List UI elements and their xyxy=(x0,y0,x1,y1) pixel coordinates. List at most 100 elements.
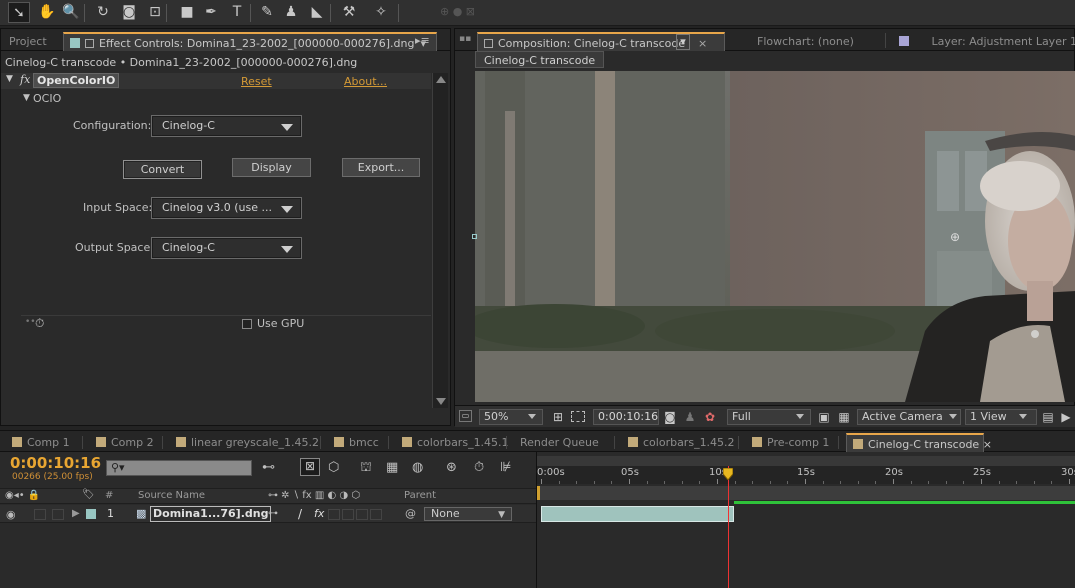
output-space-dropdown[interactable]: Cinelog-C xyxy=(151,237,302,259)
switch-box[interactable] xyxy=(328,509,340,520)
expand-layer-icon[interactable]: ▶ xyxy=(72,508,80,519)
resolution-dropdown[interactable]: Full xyxy=(727,409,811,425)
comp-name-tab[interactable]: Cinelog-C transcode xyxy=(475,51,605,68)
motion-blur-icon[interactable]: ◍ xyxy=(412,460,423,475)
safe-zones-icon[interactable]: ⊞ xyxy=(551,410,565,424)
current-time[interactable]: 0:00:10:16 xyxy=(10,454,101,472)
timeline-tab[interactable]: linear greyscale_1.45.2 xyxy=(170,433,325,452)
shy-switch-icon[interactable]: ⊶ xyxy=(268,508,278,519)
search-input[interactable]: ⚲▾ xyxy=(106,460,252,476)
scroll-down-icon[interactable] xyxy=(436,398,446,405)
always-preview-icon[interactable]: ▭ xyxy=(459,410,472,422)
timeline-tab[interactable]: colorbars_1.45.2 xyxy=(622,433,741,452)
parent-dropdown[interactable]: None ▼ xyxy=(424,507,512,521)
switch-box[interactable] xyxy=(356,509,368,520)
lock-panel-icon[interactable] xyxy=(85,39,94,48)
lock-switch[interactable] xyxy=(52,509,64,520)
brush-icon[interactable]: ✎ xyxy=(256,2,278,23)
layer-label-color[interactable] xyxy=(86,509,96,519)
axis-mode-icon[interactable]: ⊕ ● ⊠ xyxy=(440,5,475,18)
roto-brush-icon[interactable]: ⚒ xyxy=(338,2,360,23)
puppet-pin-icon[interactable]: ✧ xyxy=(370,2,392,23)
clone-stamp-icon[interactable]: ♟ xyxy=(280,2,302,23)
display-button[interactable]: Display xyxy=(232,158,311,177)
switch-box[interactable] xyxy=(370,509,382,520)
time-graph[interactable]: 0:00s05s10s15s20s25s30s xyxy=(536,452,1075,588)
layer-handle[interactable] xyxy=(472,234,477,239)
expand-triangle-icon[interactable]: ▼ xyxy=(6,74,13,84)
view-layout-dropdown[interactable]: 1 View xyxy=(965,409,1037,425)
timeline-tab[interactable]: Render Queue xyxy=(514,433,605,452)
timeline-tab[interactable]: Comp 2 xyxy=(90,433,160,452)
rotate-icon[interactable]: ↻ xyxy=(92,2,114,23)
configuration-dropdown[interactable]: Cinelog-C xyxy=(151,115,302,137)
tab-flowchart[interactable]: Flowchart: (none) xyxy=(751,32,860,51)
panel-menu-icon[interactable]: ▸≡ xyxy=(415,34,430,47)
fast-previews-icon[interactable]: ▶ xyxy=(1059,410,1073,424)
auto-keyframe-icon[interactable]: ⏱ xyxy=(474,460,484,475)
chevron-down-icon[interactable]: ▾ xyxy=(676,34,690,50)
eye-icon[interactable]: ◉ xyxy=(6,508,16,521)
camera-orbit-icon[interactable]: ◙ xyxy=(118,2,140,23)
brainstorm-icon[interactable]: ⊛ xyxy=(446,460,457,475)
hide-shy-layers-icon[interactable]: ⛫ xyxy=(360,460,372,477)
work-area-start[interactable] xyxy=(537,486,540,500)
toggle-pixel-aspect-icon[interactable]: ▤ xyxy=(1041,410,1055,424)
tab-layer[interactable]: Layer: Adjustment Layer 1 xyxy=(893,32,1075,51)
convert-button[interactable]: Convert xyxy=(123,160,202,179)
pick-whip-icon[interactable]: @ xyxy=(405,507,416,520)
snapshot-icon[interactable]: ◙ xyxy=(663,410,677,424)
selection-arrow-icon[interactable]: ➘ xyxy=(8,2,30,23)
timeline-tab[interactable]: Comp 1 xyxy=(6,433,76,452)
quality-switch-icon[interactable]: / xyxy=(298,507,302,521)
playhead-marker-icon[interactable] xyxy=(722,467,734,481)
pen-icon[interactable]: ✒ xyxy=(200,2,222,23)
text-tool-icon[interactable]: T xyxy=(226,2,248,23)
input-space-dropdown[interactable]: Cinelog v3.0 (use ... xyxy=(151,197,302,219)
effect-name[interactable]: OpenColorIO xyxy=(33,73,120,88)
group-expand-icon[interactable]: ▼ xyxy=(23,93,30,103)
zoom-dropdown[interactable]: 50% xyxy=(479,409,543,425)
channel-icon[interactable]: ✿ xyxy=(703,410,717,424)
playhead[interactable] xyxy=(728,466,730,588)
close-icon[interactable]: × xyxy=(698,34,707,53)
timeline-tab[interactable]: bmcc xyxy=(328,433,385,452)
comp-mini-flowchart-icon[interactable]: ⊷ xyxy=(262,460,275,475)
show-snapshot-icon[interactable]: ♟ xyxy=(683,410,697,424)
lock-panel-icon[interactable] xyxy=(484,39,493,48)
close-icon[interactable]: × xyxy=(979,438,992,451)
timeline-tab[interactable]: Cinelog-C transcode × xyxy=(846,433,992,452)
graph-editor-icon[interactable]: ⊯ xyxy=(500,460,511,475)
composition-viewer[interactable]: ⊕ xyxy=(475,71,1075,402)
eraser-icon[interactable]: ◣ xyxy=(306,2,328,23)
draft-3d-icon[interactable]: ⬡ xyxy=(328,460,339,475)
stopwatch-icon[interactable]: ⏱ xyxy=(35,316,44,331)
mask-visibility-icon[interactable] xyxy=(571,411,585,422)
layer-duration-bar[interactable] xyxy=(541,506,734,522)
use-gpu-checkbox[interactable] xyxy=(242,319,252,329)
timeline-tab[interactable]: Pre-comp 1 xyxy=(746,433,835,452)
about-link[interactable]: About... xyxy=(344,75,387,88)
tab-project[interactable]: Project xyxy=(3,32,53,51)
live-update-icon[interactable]: ⊠ xyxy=(300,458,320,476)
pan-behind-icon[interactable]: ⊡ xyxy=(144,2,166,23)
tab-composition[interactable]: Composition: Cinelog-C transcode ▾ × xyxy=(477,32,725,51)
export-button[interactable]: Export... xyxy=(342,158,420,177)
frame-blending-icon[interactable]: ▦ xyxy=(386,460,398,475)
hand-icon[interactable]: ✋ xyxy=(36,2,58,23)
camera-dropdown[interactable]: Active Camera xyxy=(857,409,961,425)
fx-icon[interactable]: fx xyxy=(20,73,30,86)
solo-switch[interactable] xyxy=(34,509,46,520)
timecode-display[interactable]: 0:00:10:16 xyxy=(593,409,659,425)
timeline-tab[interactable]: colorbars_1.45.1 xyxy=(396,433,515,452)
work-area-bar[interactable] xyxy=(537,486,1075,500)
layer-name[interactable]: Domina1...76].dng xyxy=(150,506,272,522)
transparency-grid-icon[interactable]: ▦ xyxy=(837,410,851,424)
effect-switch-icon[interactable]: fx xyxy=(314,507,324,520)
tab-effect-controls[interactable]: Effect Controls: Domina1_23-2002_[000000… xyxy=(63,32,437,51)
switch-boxes[interactable] xyxy=(328,509,384,520)
scroll-up-icon[interactable] xyxy=(436,76,446,83)
reset-link[interactable]: Reset xyxy=(241,75,272,88)
region-of-interest-icon[interactable]: ▣ xyxy=(817,410,831,424)
zoom-icon[interactable]: 🔍 xyxy=(60,2,82,23)
